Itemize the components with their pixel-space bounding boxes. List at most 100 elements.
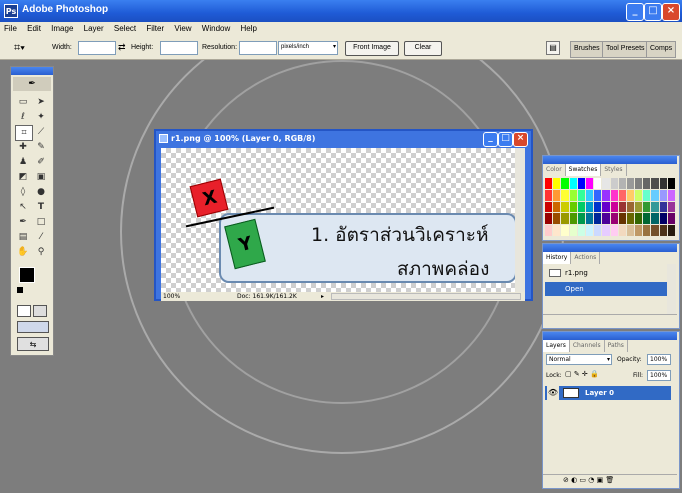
blur-tool-icon[interactable]: ◊ xyxy=(15,185,31,199)
swatch-72[interactable] xyxy=(610,225,618,236)
swatch-67[interactable] xyxy=(569,225,577,236)
swatch-61[interactable] xyxy=(651,213,659,225)
eye-icon[interactable]: 👁 xyxy=(547,386,559,400)
path-select-tool-icon[interactable]: ↖ xyxy=(15,200,31,214)
gradient-tool-icon[interactable]: ▣ xyxy=(33,170,49,184)
photoshop-feather-icon[interactable]: ✒ xyxy=(13,77,51,91)
jump-to-imageready-icon[interactable]: ⇆ xyxy=(17,337,49,351)
tab-tool-presets[interactable]: Tool Presets xyxy=(602,41,649,58)
swatch-48[interactable] xyxy=(545,213,553,225)
swatch-39[interactable] xyxy=(602,201,610,213)
crop-tool-icon[interactable]: ⌗▾ xyxy=(14,41,34,55)
swatch-22[interactable] xyxy=(594,189,602,201)
swatch-8[interactable] xyxy=(610,178,618,189)
swatch-28[interactable] xyxy=(643,189,651,201)
swatch-34[interactable] xyxy=(561,201,569,213)
stamp-tool-icon[interactable]: ♟ xyxy=(15,155,31,169)
lock-icons[interactable]: ▢ ✎ ✛ 🔒 xyxy=(565,370,605,381)
eyedropper-tool-icon[interactable]: ⁄ xyxy=(33,230,49,244)
tab-styles[interactable]: Styles xyxy=(601,164,627,176)
document-maximize-button[interactable]: □ xyxy=(498,132,513,147)
swatch-10[interactable] xyxy=(626,178,635,189)
menu-layer[interactable]: Layer xyxy=(80,22,108,33)
tab-swatches[interactable]: Swatches xyxy=(565,164,602,176)
swatch-30[interactable] xyxy=(659,189,667,201)
swatch-41[interactable] xyxy=(618,201,626,213)
swatch-20[interactable] xyxy=(577,189,585,201)
status-arrow-icon[interactable]: ▸ xyxy=(321,292,324,301)
swatch-53[interactable] xyxy=(585,213,594,225)
swatch-4[interactable] xyxy=(577,178,585,189)
swatch-45[interactable] xyxy=(651,201,659,213)
lasso-tool-icon[interactable]: ℓ xyxy=(15,110,31,124)
tab-color[interactable]: Color xyxy=(543,164,566,176)
swatch-37[interactable] xyxy=(585,201,594,213)
swatch-29[interactable] xyxy=(651,189,659,201)
swatch-55[interactable] xyxy=(602,213,610,225)
swatch-66[interactable] xyxy=(561,225,569,236)
resolution-input[interactable] xyxy=(239,41,277,55)
clear-button[interactable]: Clear xyxy=(404,41,442,56)
swap-icon[interactable]: ⇄ xyxy=(118,42,126,53)
swatch-56[interactable] xyxy=(610,213,618,225)
swatch-11[interactable] xyxy=(635,178,643,189)
swatch-64[interactable] xyxy=(545,225,553,236)
swatch-5[interactable] xyxy=(585,178,594,189)
swatch-62[interactable] xyxy=(659,213,667,225)
swatch-0[interactable] xyxy=(545,178,553,189)
brush-tool-icon[interactable]: ✎ xyxy=(33,140,49,154)
swatch-16[interactable] xyxy=(545,189,553,201)
menu-help[interactable]: Help xyxy=(236,22,260,33)
swatch-65[interactable] xyxy=(553,225,561,236)
swatch-38[interactable] xyxy=(594,201,602,213)
swatch-12[interactable] xyxy=(643,178,651,189)
swatch-9[interactable] xyxy=(618,178,626,189)
swatch-60[interactable] xyxy=(643,213,651,225)
tab-brushes[interactable]: Brushes xyxy=(570,41,604,58)
swatch-15[interactable] xyxy=(667,178,675,189)
menu-view[interactable]: View xyxy=(170,22,195,33)
zoom-level[interactable]: 100% xyxy=(163,292,180,301)
move-tool-icon[interactable]: ➤ xyxy=(33,95,49,109)
menu-select[interactable]: Select xyxy=(110,22,140,33)
swatch-70[interactable] xyxy=(594,225,602,236)
swatch-49[interactable] xyxy=(553,213,561,225)
close-button[interactable]: × xyxy=(662,3,680,21)
magic-wand-tool-icon[interactable]: ✦ xyxy=(33,110,49,124)
opacity-input[interactable]: 100% xyxy=(647,354,671,365)
crop-tool-icon-2[interactable]: ⌗ xyxy=(15,125,33,141)
swatch-1[interactable] xyxy=(553,178,561,189)
menu-window[interactable]: Window xyxy=(198,22,234,33)
tab-actions[interactable]: Actions xyxy=(571,252,601,264)
image-canvas[interactable]: 1. อัตราส่วนวิเคราะห์ สภาพคล่อง X Y xyxy=(161,148,525,292)
swatch-19[interactable] xyxy=(569,189,577,201)
swatch-58[interactable] xyxy=(626,213,635,225)
swatch-grid[interactable] xyxy=(545,178,675,236)
swatch-59[interactable] xyxy=(635,213,643,225)
blend-mode-select[interactable]: Normal ▾ xyxy=(546,354,612,365)
healing-brush-tool-icon[interactable]: ✚ xyxy=(15,140,31,154)
tab-layers[interactable]: Layers xyxy=(543,340,570,352)
swatch-21[interactable] xyxy=(585,189,594,201)
document-close-button[interactable]: × xyxy=(513,132,528,147)
swatch-47[interactable] xyxy=(667,201,675,213)
notes-tool-icon[interactable]: ▤ xyxy=(15,230,31,244)
tab-paths[interactable]: Paths xyxy=(605,340,628,352)
swatch-33[interactable] xyxy=(553,201,561,213)
history-step[interactable]: Open xyxy=(545,282,671,296)
quick-mask-mode-icon[interactable] xyxy=(33,305,47,317)
swatch-2[interactable] xyxy=(561,178,569,189)
maximize-button[interactable]: □ xyxy=(644,3,662,21)
swatch-46[interactable] xyxy=(659,201,667,213)
marquee-tool-icon[interactable]: ▭ xyxy=(15,95,31,109)
swatch-51[interactable] xyxy=(569,213,577,225)
layer-row[interactable]: 👁 Layer 0 xyxy=(545,386,671,400)
swatch-77[interactable] xyxy=(651,225,659,236)
swatch-52[interactable] xyxy=(577,213,585,225)
canvas-vertical-scrollbar[interactable] xyxy=(515,148,525,292)
default-colors-icon[interactable] xyxy=(17,287,23,293)
horizontal-scrollbar[interactable] xyxy=(331,293,521,300)
swatch-7[interactable] xyxy=(602,178,610,189)
tab-channels[interactable]: Channels xyxy=(570,340,605,352)
swatch-76[interactable] xyxy=(643,225,651,236)
